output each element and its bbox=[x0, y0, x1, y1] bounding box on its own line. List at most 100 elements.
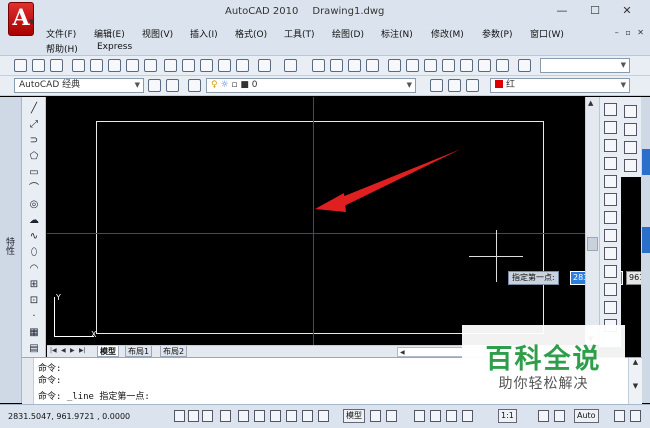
document-window-controls[interactable]: – ▫ ✕ bbox=[615, 28, 646, 37]
layer-dropdown[interactable]: ♀ ☼ ▫ ■ 0 ▼ bbox=[206, 78, 416, 93]
hatch-icon[interactable]: ▦ bbox=[27, 327, 41, 339]
menu-insert[interactable]: 插入(I) bbox=[190, 27, 218, 40]
text-style-icon[interactable] bbox=[518, 59, 531, 72]
annotation-visibility-icon[interactable] bbox=[538, 410, 549, 422]
workspace-switch-button[interactable]: Auto bbox=[574, 409, 599, 423]
mirror-icon[interactable] bbox=[604, 139, 617, 152]
pan-icon[interactable] bbox=[312, 59, 325, 72]
3d-dwf-icon[interactable] bbox=[126, 59, 139, 72]
quick-view-layouts-icon[interactable] bbox=[370, 410, 381, 422]
scroll-thumb[interactable] bbox=[587, 237, 598, 251]
scale-icon[interactable] bbox=[604, 229, 617, 242]
steeringwheel-icon[interactable] bbox=[446, 410, 457, 422]
rectangle-icon[interactable]: ▭ bbox=[27, 167, 41, 179]
workspace-settings-icon[interactable] bbox=[148, 79, 161, 92]
menu-window[interactable]: 窗口(W) bbox=[530, 27, 564, 40]
extend-icon[interactable] bbox=[604, 283, 617, 296]
properties-palette-strip[interactable]: 特性 bbox=[0, 97, 22, 403]
lineweight-icon[interactable] bbox=[318, 410, 329, 422]
gradient-icon[interactable]: ▤ bbox=[27, 343, 41, 355]
erase-icon[interactable] bbox=[604, 103, 617, 116]
menu-parametric[interactable]: 参数(P) bbox=[482, 27, 512, 40]
layer-states-icon[interactable] bbox=[466, 79, 479, 92]
copy-object-icon[interactable] bbox=[604, 121, 617, 134]
next-tab-icon[interactable]: ▶ bbox=[70, 347, 75, 354]
line-icon[interactable]: ╱ bbox=[27, 103, 41, 115]
cut-icon[interactable] bbox=[164, 59, 177, 72]
tab-layout1[interactable]: 布局1 bbox=[125, 346, 153, 357]
command-scrollbar[interactable]: ▲ ▼ bbox=[628, 358, 642, 405]
publish-icon[interactable] bbox=[108, 59, 121, 72]
revision-cloud-icon[interactable]: ☁ bbox=[27, 215, 41, 227]
ducs-icon[interactable] bbox=[286, 410, 297, 422]
workspace-dropdown[interactable]: AutoCAD 经典 ▼ bbox=[14, 78, 144, 93]
scroll-up-icon[interactable]: ▲ bbox=[588, 99, 593, 107]
snap-icon[interactable] bbox=[188, 410, 199, 422]
make-current-layer-icon[interactable] bbox=[430, 79, 443, 92]
minimize-button[interactable]: — bbox=[551, 4, 573, 18]
menu-edit[interactable]: 编辑(E) bbox=[94, 27, 125, 40]
array-icon[interactable] bbox=[604, 175, 617, 188]
bring-to-front-icon[interactable] bbox=[624, 105, 637, 118]
menu-format[interactable]: 格式(O) bbox=[235, 27, 267, 40]
drawing-area[interactable]: Y X bbox=[47, 97, 585, 345]
command-input-line[interactable]: 命令: _line 指定第一点: bbox=[38, 389, 150, 402]
polar-icon[interactable] bbox=[238, 410, 249, 422]
zoom-previous-icon[interactable] bbox=[366, 59, 379, 72]
layer-previous-icon[interactable] bbox=[448, 79, 461, 92]
grid-icon[interactable] bbox=[202, 410, 213, 422]
stretch-icon[interactable] bbox=[604, 247, 617, 260]
send-to-back-icon[interactable] bbox=[624, 123, 637, 136]
tool-palettes-icon[interactable] bbox=[424, 59, 437, 72]
quickcalc-icon[interactable] bbox=[478, 59, 491, 72]
save-icon[interactable] bbox=[50, 59, 63, 72]
dyn-icon[interactable] bbox=[302, 410, 313, 422]
make-block-icon[interactable]: ⊡ bbox=[27, 295, 41, 307]
menu-tools[interactable]: 工具(T) bbox=[284, 27, 315, 40]
clean-screen-icon[interactable] bbox=[630, 410, 641, 422]
color-dropdown[interactable]: 红 ▼ bbox=[490, 78, 630, 93]
last-tab-icon[interactable]: ▶| bbox=[79, 347, 86, 354]
sheet-set-icon[interactable] bbox=[442, 59, 455, 72]
redo-icon[interactable] bbox=[284, 59, 297, 72]
offset-icon[interactable] bbox=[604, 157, 617, 170]
infer-constraints-icon[interactable] bbox=[174, 410, 185, 422]
plot-icon[interactable] bbox=[144, 59, 157, 72]
chevron-down-icon[interactable]: ▼ bbox=[29, 18, 34, 26]
menu-view[interactable]: 视图(V) bbox=[142, 27, 173, 40]
menu-draw[interactable]: 绘图(D) bbox=[332, 27, 364, 40]
properties-icon[interactable] bbox=[388, 59, 401, 72]
annotation-scale-dropdown[interactable]: 1:1 bbox=[498, 409, 517, 423]
markup-icon[interactable] bbox=[460, 59, 473, 72]
pan-status-icon[interactable] bbox=[414, 410, 425, 422]
zoom-status-icon[interactable] bbox=[430, 410, 441, 422]
zoom-window-icon[interactable] bbox=[348, 59, 361, 72]
print-preview-icon[interactable] bbox=[90, 59, 103, 72]
menu-help[interactable]: 帮助(H) bbox=[46, 42, 78, 55]
match-properties-icon[interactable] bbox=[218, 59, 231, 72]
close-button[interactable]: ✕ bbox=[616, 4, 638, 18]
spline-icon[interactable]: ∿ bbox=[27, 231, 41, 243]
undo-icon[interactable] bbox=[258, 59, 271, 72]
paste-icon[interactable] bbox=[200, 59, 213, 72]
tab-layout2[interactable]: 布局2 bbox=[160, 346, 188, 357]
bring-above-icon[interactable] bbox=[624, 141, 637, 154]
insert-block-icon[interactable]: ⊞ bbox=[27, 279, 41, 291]
workspace-save-icon[interactable] bbox=[166, 79, 179, 92]
maximize-button[interactable]: ☐ bbox=[584, 4, 606, 18]
send-under-icon[interactable] bbox=[624, 159, 637, 172]
command-window-grip[interactable] bbox=[22, 358, 34, 405]
design-center-icon[interactable] bbox=[406, 59, 419, 72]
layer-properties-icon[interactable] bbox=[188, 79, 201, 92]
ellipse-arc-icon[interactable]: ◠ bbox=[27, 263, 41, 275]
menu-express[interactable]: Express bbox=[97, 42, 132, 52]
style-dropdown[interactable]: ▼ bbox=[540, 58, 630, 73]
palette-tab[interactable] bbox=[642, 227, 650, 253]
ellipse-icon[interactable]: ⬯ bbox=[27, 247, 41, 259]
menu-modify[interactable]: 修改(M) bbox=[431, 27, 464, 40]
print-icon[interactable] bbox=[72, 59, 85, 72]
construction-line-icon[interactable]: ⤢ bbox=[27, 119, 41, 131]
osnap-icon[interactable] bbox=[254, 410, 265, 422]
point-icon[interactable]: · bbox=[27, 311, 41, 323]
new-icon[interactable] bbox=[14, 59, 27, 72]
